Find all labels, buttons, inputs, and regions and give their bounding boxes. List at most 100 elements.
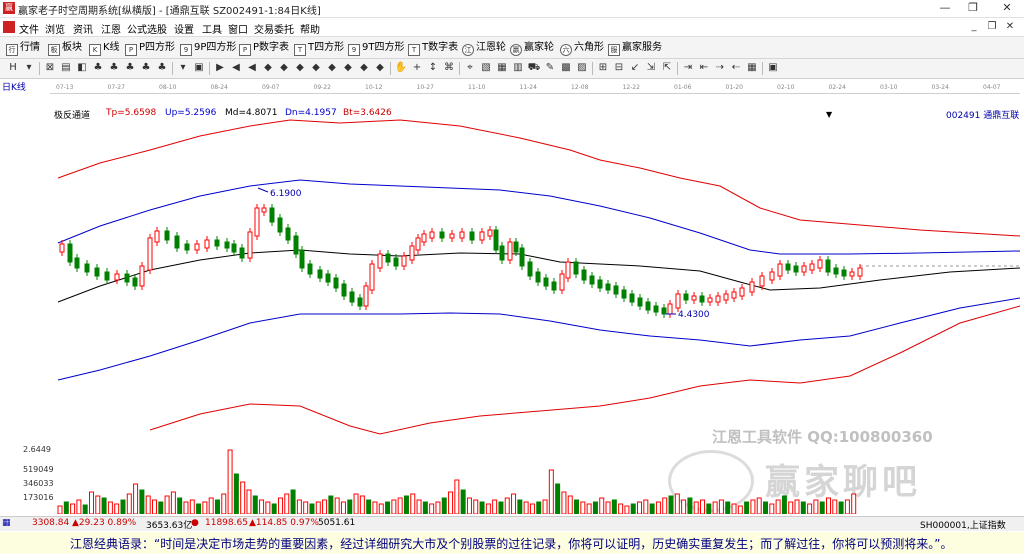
drawing-tool-icon[interactable]: ◆ <box>373 61 387 75</box>
price-chart[interactable]: 6.1900 4.4300 <box>0 108 1024 448</box>
menu-trade[interactable]: 交易委托 <box>254 21 294 36</box>
market-icon[interactable]: ▦ <box>2 518 11 528</box>
drawing-tool-icon[interactable]: ✋ <box>394 61 408 75</box>
mdi-minimize-button[interactable]: _ <box>966 19 982 35</box>
drawing-tool-icon[interactable]: ⛟ <box>527 61 541 75</box>
menu-settings[interactable]: 设置 <box>174 21 194 36</box>
toolbar-kline-button[interactable]: K K线 <box>89 40 120 56</box>
drawing-tool-icon[interactable]: ◀ <box>245 61 259 75</box>
drawing-tool-icon[interactable]: ◆ <box>293 61 307 75</box>
menu-help[interactable]: 帮助 <box>300 21 320 36</box>
drawing-tool-icon[interactable]: ⇲ <box>644 61 658 75</box>
drawing-tool-icon[interactable]: ⌘ <box>442 61 456 75</box>
volume-bar <box>687 497 693 514</box>
toolbar-t-square-label: T四方形 <box>308 42 345 53</box>
menu-window[interactable]: 窗口 <box>228 21 248 36</box>
drawing-tool-icon[interactable]: ▤ <box>59 61 73 75</box>
drawing-tool-icon[interactable]: ⇠ <box>729 61 743 75</box>
drawing-tool-icon[interactable]: ⇱ <box>660 61 674 75</box>
drawing-tool-icon[interactable]: ♣ <box>91 61 105 75</box>
drawing-tool-icon[interactable]: ▶ <box>213 61 227 75</box>
close-button[interactable]: ✕ <box>990 0 1024 17</box>
volume-bar <box>466 497 472 514</box>
mdi-restore-button[interactable]: ❐ <box>984 19 1000 35</box>
toolbar-p-square-button[interactable]: P P四方形 <box>125 40 175 56</box>
volume-panel: 2.6449 519049 346033 173016 <box>0 445 1024 514</box>
toolbar-p-table-button[interactable]: P P数字表 <box>239 40 289 56</box>
drawing-tool-icon[interactable]: ▦ <box>495 61 509 75</box>
candle <box>527 261 533 277</box>
toolbar-9p-square-button[interactable]: 9 9P四方形 <box>180 40 236 56</box>
sz-index-change: ▲114.85 0.97% <box>249 518 319 528</box>
toolbar-quotes-button[interactable]: 行行情 <box>6 40 40 56</box>
volume-bar <box>189 499 195 514</box>
volume-bar <box>681 499 687 514</box>
drawing-tool-icon[interactable]: ⌖ <box>463 61 477 75</box>
drawing-tool-icon[interactable]: ▾ <box>22 61 36 75</box>
gann-quote-bar: 江恩经典语录：“时间是决定市场走势的重要因素，经过详细研究大市及个别股票的过往记… <box>0 532 1024 554</box>
app-menu-icon[interactable] <box>3 21 15 33</box>
menu-news[interactable]: 资讯 <box>73 21 93 36</box>
drawing-tool-icon[interactable]: ◆ <box>261 61 275 75</box>
drawing-tool-icon[interactable]: ⇥ <box>681 61 695 75</box>
drawing-tool-icon[interactable]: ♣ <box>107 61 121 75</box>
drawing-tool-icon[interactable]: ↙ <box>628 61 642 75</box>
toolbar-winner-wheel-button[interactable]: 赢赢家轮 <box>510 40 554 56</box>
drawing-tool-icon[interactable]: + <box>410 61 424 75</box>
volume-bar <box>637 501 643 514</box>
drawing-tool-icon[interactable]: ◆ <box>309 61 323 75</box>
menu-tools[interactable]: 工具 <box>202 21 222 36</box>
drawing-tool-icon[interactable]: ◧ <box>75 61 89 75</box>
maximize-button[interactable]: ❐ <box>958 0 988 17</box>
menu-formula-select[interactable]: 公式选股 <box>127 21 167 36</box>
volume-bar <box>133 483 139 514</box>
candle <box>499 245 505 261</box>
drawing-tool-icon[interactable]: ♣ <box>139 61 153 75</box>
toolbar-t-table-button[interactable]: T T数字表 <box>408 40 458 56</box>
drawing-tool-icon[interactable]: ◆ <box>277 61 291 75</box>
menu-file[interactable]: 文件 <box>19 21 39 36</box>
drawing-tool-icon[interactable]: ♣ <box>123 61 137 75</box>
drawing-tool-icon[interactable]: ◆ <box>357 61 371 75</box>
drawing-tool-icon[interactable]: ◀ <box>229 61 243 75</box>
toolbar-gann-wheel-button[interactable]: 江江恩轮 <box>462 40 506 56</box>
drawing-tool-icon[interactable]: ⊞ <box>596 61 610 75</box>
drawing-tool-icon[interactable]: ▥ <box>511 61 525 75</box>
drawing-tool-icon[interactable]: ⊟ <box>612 61 626 75</box>
drawing-tool-icon[interactable]: ▣ <box>766 61 780 75</box>
volume-bar <box>322 499 328 514</box>
drawing-tool-icon[interactable]: ▦ <box>745 61 759 75</box>
volume-bar <box>624 505 630 514</box>
drawing-tool-icon[interactable]: ⊠ <box>43 61 57 75</box>
drawing-tool-icon[interactable]: ◆ <box>341 61 355 75</box>
minimize-button[interactable]: — <box>930 0 960 17</box>
toolbar-service-button[interactable]: 服赢家服务 <box>608 40 662 56</box>
drawing-tool-icon[interactable]: ▨ <box>575 61 589 75</box>
toolbar-sectors-button[interactable]: 板板块 <box>48 40 82 56</box>
drawing-tool-icon[interactable]: ▣ <box>192 61 206 75</box>
drawing-tool-icon[interactable]: ✎ <box>543 61 557 75</box>
candle <box>749 281 755 293</box>
candle <box>184 243 190 251</box>
toolbar-9t-square-button[interactable]: 9 9T四方形 <box>348 40 404 56</box>
drawing-tool-icon[interactable]: ▧ <box>479 61 493 75</box>
drawing-tool-icon[interactable]: ⇤ <box>697 61 711 75</box>
drawing-tool-icon[interactable]: ♣ <box>155 61 169 75</box>
volume-bar <box>517 499 523 514</box>
candle <box>479 231 485 241</box>
volume-bar <box>819 501 825 514</box>
menu-gann[interactable]: 江恩 <box>101 21 121 36</box>
drawing-tool-icon[interactable]: ⇢ <box>713 61 727 75</box>
mdi-close-button[interactable]: ✕ <box>1002 19 1018 35</box>
drawing-tool-icon[interactable]: ▾ <box>176 61 190 75</box>
drawing-tool-icon[interactable]: ▩ <box>559 61 573 75</box>
drawing-tool-icon[interactable]: ↕ <box>426 61 440 75</box>
candle <box>683 293 689 301</box>
drawing-tool-icon[interactable]: H <box>6 61 20 75</box>
volume-bar <box>334 497 340 514</box>
toolbar-t-square-button[interactable]: T T四方形 <box>294 40 345 56</box>
candle <box>551 281 557 291</box>
toolbar-hexagon-button[interactable]: 六六角形 <box>560 40 604 56</box>
drawing-tool-icon[interactable]: ◆ <box>325 61 339 75</box>
menu-browse[interactable]: 浏览 <box>45 21 65 36</box>
